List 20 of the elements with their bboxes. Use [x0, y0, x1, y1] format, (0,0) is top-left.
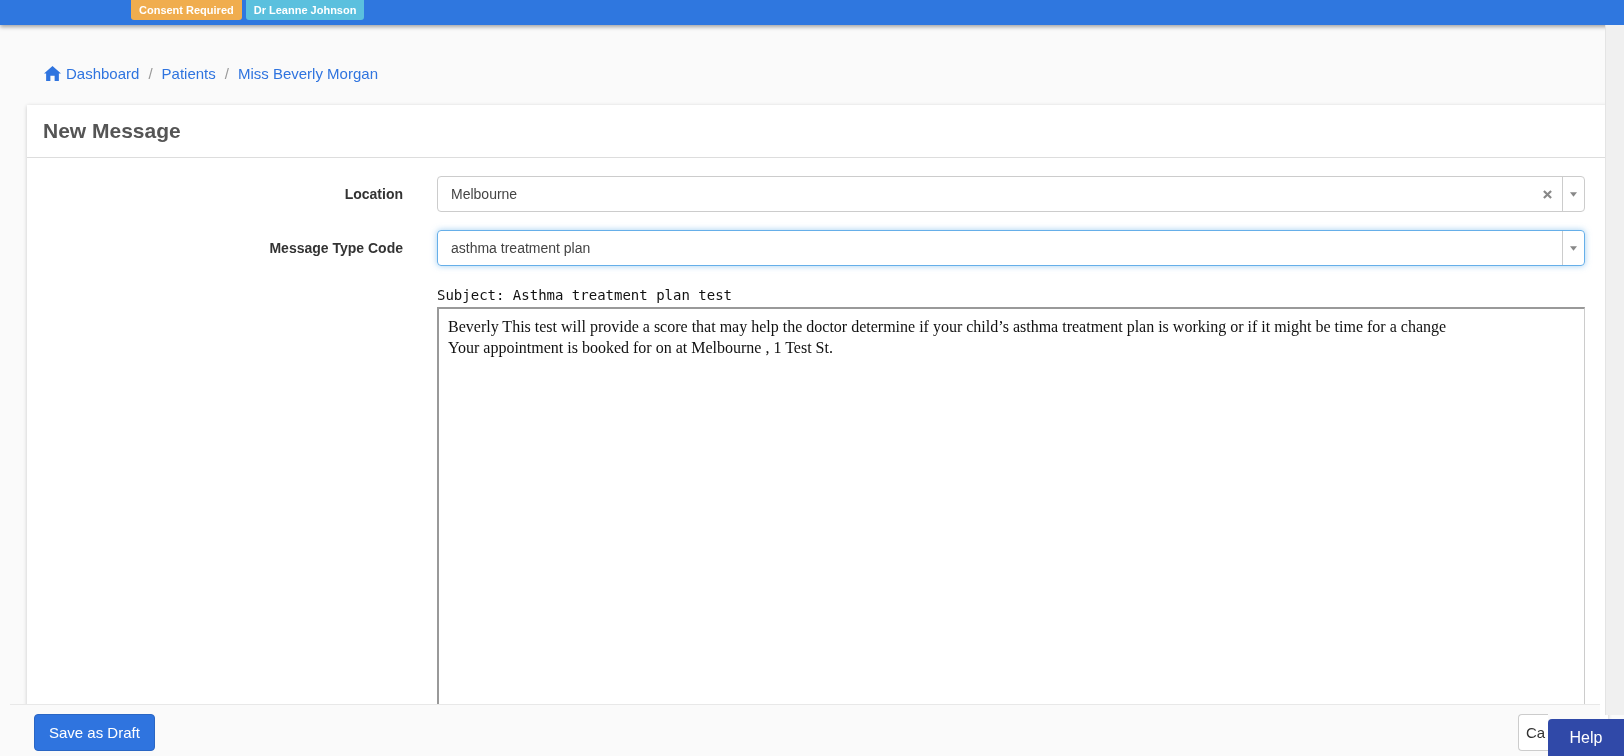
home-icon	[44, 65, 61, 81]
status-badge: Dr Leanne Johnson	[245, 0, 365, 20]
help-button[interactable]: Help	[1548, 719, 1624, 756]
field-label: Location	[343, 186, 404, 202]
breadcrumb-separator: /	[148, 64, 153, 82]
select-field[interactable]: asthma treatment plan	[437, 230, 1585, 266]
subject-line: Subject: Asthma treatment plan test	[437, 287, 733, 303]
breadcrumb-link[interactable]: Dashboard	[66, 64, 140, 82]
breadcrumb-link[interactable]: Miss Beverly Morgan	[237, 64, 378, 82]
select-field[interactable]: Melbourne	[437, 176, 1585, 212]
card-title: New Message	[43, 119, 181, 143]
clear-icon[interactable]	[1543, 189, 1552, 199]
save-draft-button[interactable]: Save as Draft	[34, 714, 155, 751]
breadcrumb-separator: /	[224, 64, 229, 82]
status-badge: Consent Required	[131, 0, 242, 20]
field-label: Message Type Code	[268, 240, 404, 256]
cancel-button[interactable]: Ca	[1518, 714, 1548, 751]
caret-icon[interactable]	[1570, 245, 1577, 251]
breadcrumb-link[interactable]: Patients	[161, 64, 216, 82]
caret-icon[interactable]	[1570, 191, 1577, 197]
